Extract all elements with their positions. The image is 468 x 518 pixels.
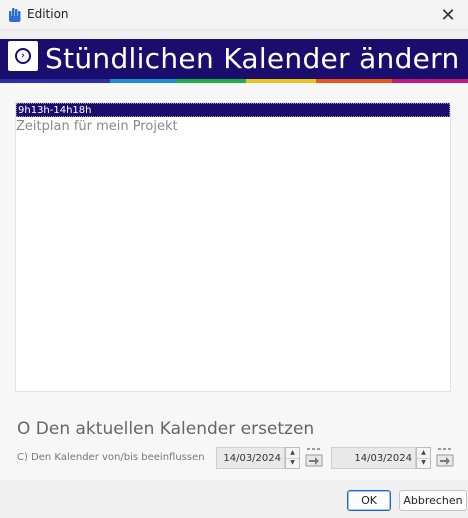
close-button[interactable]: ✕: [428, 0, 468, 30]
date-to-field[interactable]: 14/03/2024: [331, 447, 416, 469]
ok-button[interactable]: OK: [347, 490, 391, 511]
date-from-field[interactable]: 14/03/2024: [216, 447, 285, 469]
date-to-value: 14/03/2024: [354, 452, 412, 464]
replace-calendar-option[interactable]: O Den aktuellen Kalender ersetzen: [17, 419, 314, 439]
date-to-stepper[interactable]: ▲ ▼: [416, 447, 431, 469]
circle-arrow-icon: ›: [8, 41, 38, 71]
window-titlebar: Edition ✕: [0, 0, 468, 30]
dialog-banner: › Stündlichen Kalender ändern: [0, 39, 468, 79]
dialog-title: Stündlichen Kalender ändern: [45, 42, 460, 75]
list-item[interactable]: 9h13h-14h18h: [16, 103, 450, 117]
affect-calendar-option[interactable]: C) Den Kalender von/bis beeinflussen: [17, 452, 205, 463]
cancel-button[interactable]: Abbrechen: [399, 490, 467, 511]
calendar-to-icon[interactable]: [436, 447, 454, 467]
hand-icon: [9, 8, 21, 22]
main-panel: 9h13h-14h18h Zeitplan für mein Projekt O…: [0, 83, 468, 480]
schedule-list[interactable]: 9h13h-14h18h Zeitplan für mein Projekt: [15, 102, 451, 392]
chevron-down-icon[interactable]: ▼: [286, 459, 299, 469]
window-title: Edition: [27, 7, 69, 21]
date-from-stepper[interactable]: ▲ ▼: [285, 447, 300, 469]
chevron-down-icon[interactable]: ▼: [417, 459, 430, 469]
chevron-up-icon[interactable]: ▲: [286, 448, 299, 459]
date-from-value: 14/03/2024: [223, 452, 281, 464]
chevron-up-icon[interactable]: ▲: [417, 448, 430, 459]
calendar-from-icon[interactable]: [305, 447, 323, 467]
close-icon: ✕: [440, 4, 456, 26]
list-item[interactable]: Zeitplan für mein Projekt: [16, 119, 178, 134]
